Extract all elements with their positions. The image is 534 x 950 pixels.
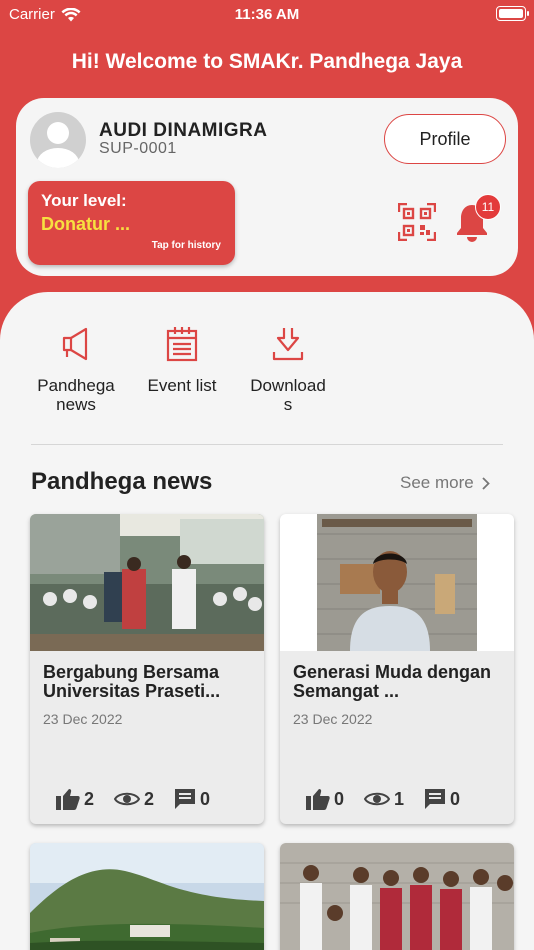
news-stats: 0 1 0 [306,788,480,810]
calendar-icon [166,327,198,362]
megaphone-icon [62,327,88,361]
user-code: SUP-0001 [99,140,177,157]
news-card[interactable] [280,843,514,950]
news-stats: 2 2 0 [56,788,230,810]
comment-icon [425,789,446,809]
menu-item-label-line2: news [56,395,96,414]
view-stat: 1 [364,789,404,810]
view-count: 2 [144,788,155,809]
download-icon [272,328,304,361]
user-name: AUDI DINAMIGRA [99,120,268,141]
news-thumbnail [280,843,514,950]
comment-count: 0 [450,788,461,809]
thumbs-up-icon [56,789,80,810]
news-title: Bergabung Bersama Universitas Praseti... [43,662,221,701]
notification-badge: 11 [475,194,501,220]
level-value: Donatur ... [41,214,130,234]
view-stat: 2 [114,789,154,810]
avatar-body-shape [37,148,79,168]
menu-item-label-line2: s [283,395,293,414]
eye-icon [114,792,141,806]
see-more-label: See more [400,473,474,492]
news-date: 23 Dec 2022 [293,711,373,727]
level-panel[interactable]: Your level: Donatur ... Tap for history [28,181,235,265]
view-count: 1 [394,788,405,809]
news-section-title: Pandhega news [31,468,213,495]
section-divider [31,444,503,445]
news-title: Generasi Muda dengan Semangat ... [293,662,492,701]
clock: 11:36 AM [234,6,300,23]
avatar-head-shape [47,122,69,144]
news-date: 23 Dec 2022 [43,711,123,727]
news-thumbnail [30,514,264,651]
profile-button[interactable]: Profile [384,114,506,164]
qr-code-icon[interactable] [398,203,436,241]
eye-icon [364,792,391,806]
news-thumbnail [280,514,514,651]
chevron-right-icon [482,476,490,490]
news-card[interactable]: Generasi Muda dengan Semangat ... 23 Dec… [280,514,514,824]
welcome-title: Hi! Welcome to SMAKr. Pandhega Jaya [71,50,463,73]
like-stat[interactable]: 2 [56,788,94,810]
menu-item-event-list[interactable]: Event list [130,326,234,395]
quick-menu: Pandhega news Event list Download s [0,326,534,426]
menu-item-downloads[interactable]: Download s [236,326,340,414]
thumbs-up-icon [306,789,330,810]
comment-icon [175,789,196,809]
news-card[interactable] [30,843,264,950]
menu-item-label: Event list [147,376,217,395]
battery-icon [496,6,529,21]
menu-item-pandhega-news[interactable]: Pandhega news [24,326,128,414]
like-stat[interactable]: 0 [306,788,344,810]
news-card[interactable]: Bergabung Bersama Universitas Praseti...… [30,514,264,824]
comment-stat[interactable]: 0 [174,788,210,810]
like-count: 2 [84,788,95,809]
status-bar: Carrier 11:36 AM [0,0,534,28]
avatar[interactable] [30,112,86,168]
profile-card: AUDI DINAMIGRA SUP-0001 Profile Your lev… [16,98,518,276]
like-count: 0 [334,788,345,809]
comment-stat[interactable]: 0 [424,788,460,810]
level-history-hint: Tap for history [151,240,221,251]
comment-count: 0 [200,788,211,809]
news-thumbnail [30,843,264,950]
level-label: Your level: [41,191,127,210]
menu-item-label: Pandhega [37,376,115,395]
menu-item-label: Download [250,376,326,395]
see-more-link[interactable]: See more [400,473,490,493]
